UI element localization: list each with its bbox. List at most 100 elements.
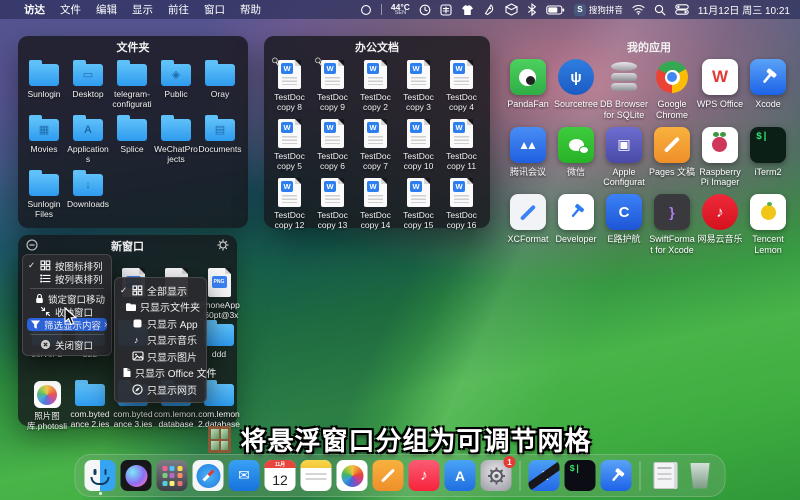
dock-icon-launchpad[interactable] bbox=[157, 460, 188, 491]
dock-icon-minimized-window[interactable] bbox=[649, 460, 680, 491]
folder-item[interactable]: telegram- configurati bbox=[112, 58, 151, 109]
app-item-tencent-meeting[interactable]: ▲▲腾讯会议 bbox=[510, 127, 546, 189]
menubar-menu-3[interactable]: 前往 bbox=[168, 2, 189, 17]
folder-item[interactable]: ↓Downloads bbox=[67, 168, 109, 219]
doc-item[interactable]: WTestDoc copy 10 bbox=[403, 117, 434, 171]
app-item-chrome[interactable]: Google Chrome bbox=[654, 59, 690, 121]
sogou-input-status[interactable]: S搜狗拼音 bbox=[574, 4, 623, 16]
rocket-icon[interactable] bbox=[483, 3, 496, 16]
menubar-datetime[interactable]: 11月12日 周三 10:21 bbox=[698, 2, 790, 17]
dock-icon-iterm2[interactable]: $| bbox=[565, 460, 596, 491]
app-item-dbbrowser[interactable]: DB Browser for SQLite bbox=[600, 59, 648, 121]
menu-item[interactable]: ♪只显示音乐 bbox=[115, 332, 206, 349]
window-settings-gear-icon[interactable] bbox=[217, 239, 229, 254]
menu-item[interactable]: 只显示网页 bbox=[115, 381, 206, 398]
doc-item[interactable]: WTestDoc copy 16 bbox=[446, 176, 477, 230]
doc-item[interactable]: WTestDoc copy 7 bbox=[360, 117, 391, 171]
window-office-docs[interactable]: 办公文档 WTestDoc copy 8WTestDoc copy 9WTest… bbox=[264, 36, 490, 228]
wifi-icon[interactable] bbox=[632, 4, 645, 15]
doc-item[interactable]: WTestDoc copy 15 bbox=[403, 176, 434, 230]
app-item-developer[interactable]: Developer bbox=[555, 194, 596, 256]
app-item-swiftformat[interactable]: }SwiftForma t for Xcode bbox=[649, 194, 695, 256]
app-item-xcformat[interactable]: XCFormat bbox=[507, 194, 548, 256]
dock-icon-system-settings[interactable]: 1 bbox=[481, 460, 512, 491]
folder-item[interactable]: WeChatPro jects bbox=[154, 113, 198, 164]
menubar-menu-4[interactable]: 窗口 bbox=[204, 2, 225, 17]
dock-icon-xcode[interactable] bbox=[601, 460, 632, 491]
ring-icon[interactable] bbox=[360, 4, 372, 16]
folder-item[interactable]: Sunlogin bbox=[27, 58, 60, 109]
doc-item[interactable]: WTestDoc copy 14 bbox=[360, 176, 391, 230]
folder-item[interactable]: AApplication s bbox=[67, 113, 109, 164]
menu-item[interactable]: 只显示 App bbox=[115, 315, 206, 332]
box-icon[interactable] bbox=[505, 3, 518, 16]
menu-item[interactable]: 只显示文件夹 bbox=[115, 299, 206, 316]
app-item-netease[interactable]: ♪网易云音乐 bbox=[697, 194, 742, 256]
dock-icon-calendar[interactable]: 11月12 bbox=[265, 460, 296, 491]
folder-icon bbox=[204, 324, 234, 346]
app-item-iterm[interactable]: $|iTerm2 bbox=[750, 127, 786, 189]
dock-icon-music[interactable]: ♪ bbox=[409, 460, 440, 491]
folder-item[interactable]: ▭Desktop bbox=[72, 58, 103, 109]
doc-item[interactable]: WTestDoc copy 9 bbox=[317, 58, 348, 112]
dock-icon-safari[interactable] bbox=[193, 460, 224, 491]
app-item-lemon[interactable]: Tencent Lemon bbox=[750, 194, 786, 256]
app-item-sourcetree[interactable]: ψSourcetree bbox=[554, 59, 598, 121]
app-item-wps[interactable]: WWPS Office bbox=[697, 59, 743, 121]
doc-item[interactable]: WTestDoc copy 11 bbox=[446, 117, 477, 171]
app-item-eroad[interactable]: CE路护航 bbox=[606, 194, 642, 256]
menu-item[interactable]: 按列表排列 bbox=[23, 272, 111, 285]
search-icon[interactable] bbox=[654, 4, 666, 16]
clock-icon[interactable] bbox=[419, 4, 431, 16]
menu-item[interactable]: 关闭窗口 bbox=[23, 338, 111, 351]
menu-item[interactable]: 只显示图片 bbox=[115, 348, 206, 365]
folder-item[interactable]: Sunlogin Files bbox=[27, 168, 60, 219]
app-item-raspberry[interactable]: Raspberry Pi Imager bbox=[699, 127, 741, 189]
dock-icon-finder[interactable] bbox=[85, 460, 116, 491]
bluetooth-icon[interactable] bbox=[527, 3, 537, 16]
menubar-app-name[interactable]: 访达 bbox=[24, 2, 45, 17]
doc-item[interactable]: WTestDoc copy 2 bbox=[360, 58, 391, 112]
menu-item[interactable]: 锁定窗口移动 bbox=[23, 292, 111, 305]
dock-icon-siri[interactable] bbox=[121, 460, 152, 491]
doc-item[interactable]: WTestDoc copy 13 bbox=[317, 176, 348, 230]
folder-item[interactable]: Oray bbox=[205, 58, 235, 109]
battery-icon[interactable] bbox=[546, 5, 565, 15]
folder-icon: A bbox=[73, 119, 103, 141]
menubar-menu-5[interactable]: 帮助 bbox=[240, 2, 261, 17]
doc-item[interactable]: WTestDoc copy 3 bbox=[403, 58, 434, 112]
dock-icon-pages[interactable] bbox=[373, 460, 404, 491]
folder-item[interactable]: Splice bbox=[117, 113, 147, 164]
dock-icon-trash[interactable] bbox=[685, 460, 716, 491]
dock-icon-mail[interactable]: ✉ bbox=[229, 460, 260, 491]
menubar-menu-2[interactable]: 显示 bbox=[132, 2, 153, 17]
window-minimize-icon[interactable] bbox=[26, 239, 38, 254]
dock-icon-xcformat[interactable]: A bbox=[529, 460, 560, 491]
folder-item[interactable]: ▦Movies bbox=[29, 113, 59, 164]
menubar-menu-0[interactable]: 文件 bbox=[60, 2, 81, 17]
app-item-wechat[interactable]: 微信 bbox=[558, 127, 594, 189]
control-center-icon[interactable] bbox=[675, 4, 689, 15]
dock-icon-photos[interactable] bbox=[337, 460, 368, 491]
app-item-pandafan[interactable]: PandaFan bbox=[507, 59, 549, 121]
app-item-configurator[interactable]: ▣Apple Configurat bbox=[603, 127, 645, 189]
menu-item[interactable]: 只显示 Office 文件 bbox=[115, 365, 206, 382]
menubar-menu-1[interactable]: 编辑 bbox=[96, 2, 117, 17]
doc-item[interactable]: WTestDoc copy 4 bbox=[446, 58, 477, 112]
folder-item[interactable]: ▤Documents bbox=[199, 113, 242, 164]
app-item-pages[interactable]: Pages 文稿 bbox=[649, 127, 695, 189]
doc-item[interactable]: WTestDoc copy 6 bbox=[317, 117, 348, 171]
input-box-icon[interactable] bbox=[440, 4, 452, 16]
menu-item[interactable]: ✓全部显示 bbox=[115, 282, 206, 299]
temperature-status[interactable]: 44°CSEN bbox=[391, 3, 410, 17]
doc-item[interactable]: WTestDoc copy 8 bbox=[274, 58, 305, 112]
doc-item[interactable]: WTestDoc copy 5 bbox=[274, 117, 305, 171]
shirt-icon[interactable] bbox=[461, 4, 474, 16]
doc-item[interactable]: WTestDoc copy 12 bbox=[274, 176, 305, 230]
app-item-xcode[interactable]: Xcode bbox=[750, 59, 786, 121]
window-folders[interactable]: 文件夹 Sunlogin▭Desktoptelegram- configurat… bbox=[18, 36, 248, 228]
folder-item[interactable]: ◈Public bbox=[161, 58, 191, 109]
dock-icon-app-store[interactable]: A bbox=[445, 460, 476, 491]
menu-item[interactable]: ✓按图标排列 bbox=[23, 259, 111, 272]
dock-icon-notes[interactable] bbox=[301, 460, 332, 491]
